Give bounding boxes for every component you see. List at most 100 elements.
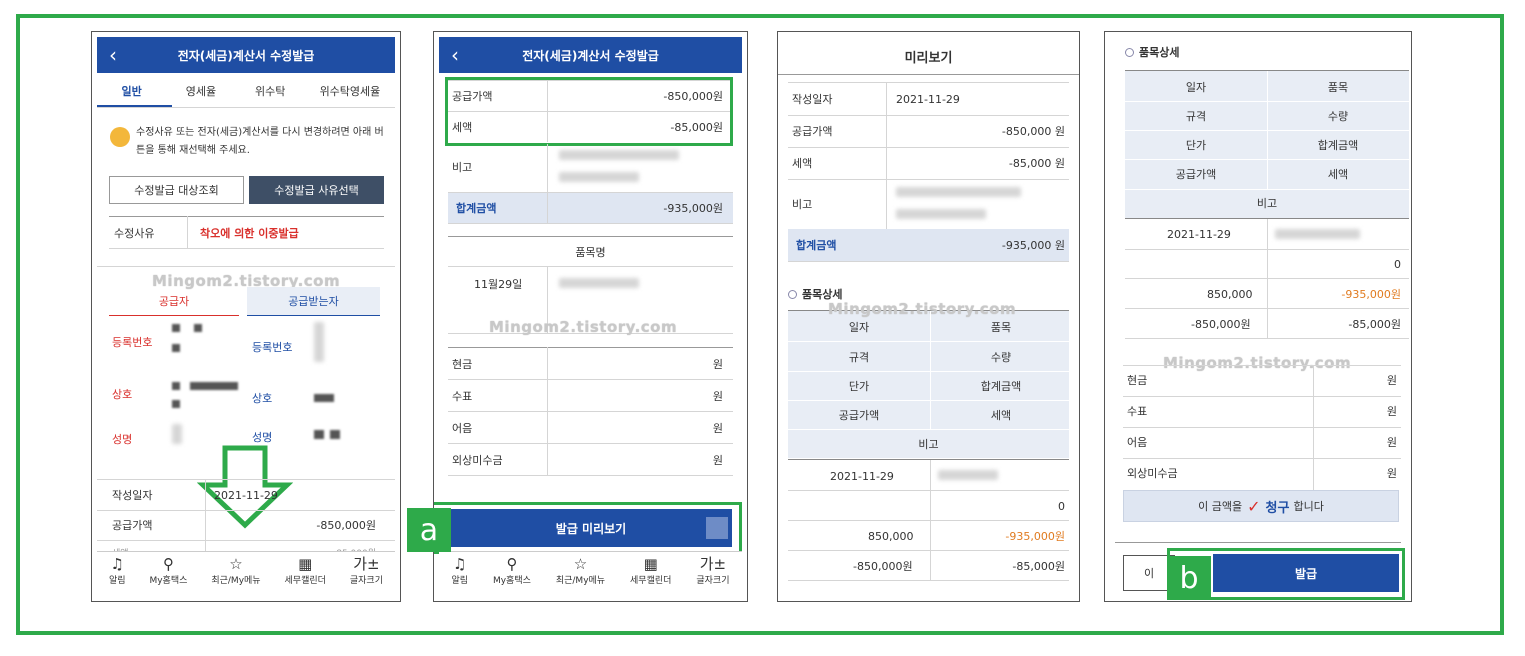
supply-label: 공급가액 <box>792 125 833 138</box>
scroll-top-icon[interactable] <box>706 517 728 539</box>
back-chevron-icon[interactable]: ‹ <box>451 43 459 67</box>
issue-preview-button[interactable]: 발급 미리보기 <box>450 509 732 547</box>
nav-my-hometax[interactable]: ⚲ My홈택스 <box>149 552 187 587</box>
item-row-date: 2021-11-29 <box>830 469 894 483</box>
amount-highlight-box <box>445 77 733 146</box>
grid-tax: 세액 <box>1327 168 1349 181</box>
memo-label: 비고 <box>792 198 813 211</box>
item-row-tax: -85,000원 <box>1348 318 1401 331</box>
cash-unit: 원 <box>712 358 723 371</box>
grid-unit-price: 단가 <box>1185 139 1207 152</box>
bottom-nav: ♫ 알림 ⚲ My홈택스 ☆ 최근/My메뉴 ▦ 세무캘린더 가± 글자크기 <box>97 551 395 596</box>
item-date: 11월29일 <box>474 278 523 291</box>
header-title: 전자(세금)계산서 수정발급 <box>177 48 315 63</box>
supply-label: 공급가액 <box>112 519 153 532</box>
supplier-reg-label: 등록번호 <box>112 336 153 349</box>
grid-item: 품목 <box>1327 81 1349 94</box>
item-row-supply: -850,000원 <box>1191 318 1251 331</box>
supplier-name-label: 성명 <box>112 433 133 446</box>
marker-a: a <box>407 508 451 552</box>
receiver-company-label: 상호 <box>252 392 273 405</box>
tab-zero-rate[interactable]: 영세율 <box>166 83 235 99</box>
supply-value: -850,000원 <box>316 519 376 532</box>
item-row-supply: -850,000원 <box>853 560 913 573</box>
tab-consign[interactable]: 위수탁 <box>236 83 305 99</box>
issue-button[interactable]: 발급 <box>1213 554 1399 592</box>
receiver-name-label: 성명 <box>252 431 273 444</box>
cash-unit: 원 <box>1386 374 1397 387</box>
item-row-qty: 0 <box>1058 499 1065 513</box>
font-size-icon: 가± <box>699 555 727 573</box>
panel2-header: ‹ 전자(세금)계산서 수정발급 <box>439 37 742 73</box>
check-label: 수표 <box>452 390 473 403</box>
item-detail-heading: 품목상세 <box>1125 42 1179 62</box>
cash-label: 현금 <box>452 358 473 371</box>
marker-b: b <box>1167 556 1211 600</box>
check-unit: 원 <box>1386 405 1397 418</box>
bottom-nav: ♫ 알림 ⚲ My홈택스 ☆ 최근/My메뉴 ▦ 세무캘린더 가± 글자크기 <box>439 551 742 596</box>
nav-tax-calendar[interactable]: ▦ 세무캘린더 <box>285 552 326 587</box>
font-size-icon: 가± <box>353 555 380 573</box>
supply-value: -850,000 원 <box>1001 125 1065 138</box>
credit-unit: 원 <box>1386 467 1397 480</box>
grid-date: 일자 <box>1185 81 1207 94</box>
item-row-date: 2021-11-29 <box>1167 227 1231 241</box>
nav-font-size[interactable]: 가± 글자크기 <box>696 552 729 587</box>
header-title: 전자(세금)계산서 수정발급 <box>522 48 659 63</box>
date-value: 2021-11-29 <box>896 92 960 106</box>
item-row-qty: 0 <box>1394 257 1401 271</box>
reason-value: 착오에 의한 이중발급 <box>200 227 299 240</box>
total-value: -935,000원 <box>663 202 723 215</box>
nav-recent-menu[interactable]: ☆ 최근/My메뉴 <box>211 552 260 587</box>
tax-label: 세액 <box>792 157 813 170</box>
grid-spec: 규격 <box>848 351 870 364</box>
back-chevron-icon[interactable]: ‹ <box>109 43 117 67</box>
grid-supply: 공급가액 <box>838 409 880 422</box>
bullet-icon <box>788 289 797 299</box>
watermark: Mingom2.tistory.com <box>489 318 678 336</box>
grid-spec: 규격 <box>1185 110 1207 123</box>
grid-memo: 비고 <box>918 438 939 451</box>
grid-supply: 공급가액 <box>1175 168 1217 181</box>
watermark: Mingom2.tistory.com <box>1163 354 1352 372</box>
item-row-tax: -85,000원 <box>1012 560 1065 573</box>
bullet-icon <box>1125 47 1134 57</box>
nav-tax-calendar[interactable]: ▦ 세무캘린더 <box>630 552 671 587</box>
tab-consign-zero[interactable]: 위수탁영세율 <box>305 83 395 99</box>
grid-item: 품목 <box>990 321 1012 334</box>
tax-value: -85,000 원 <box>1008 157 1065 170</box>
claim-statement: 이 금액을 ✓ 청구 합니다 <box>1123 490 1399 522</box>
total-label: 합계금액 <box>796 239 837 252</box>
claim-pre-text: 이 금액을 <box>1198 500 1243 513</box>
nav-font-size[interactable]: 가± 글자크기 <box>350 552 383 587</box>
bell-icon: ♫ <box>453 555 467 573</box>
calendar-icon: ▦ <box>298 555 313 573</box>
calendar-icon: ▦ <box>643 555 658 573</box>
panel-issue: 품목상세 일자 품목 규격 수량 단가 합계금액 공급가액 세액 비고 2021… <box>1104 31 1412 602</box>
date-label: 작성일자 <box>792 93 833 106</box>
item-row-amount: -935,000원 <box>1341 288 1401 301</box>
select-reason-button[interactable]: 수정발급 사유선택 <box>249 176 384 204</box>
receiver-label: 공급받는자 <box>288 295 339 308</box>
date-value: 2021-11-29 <box>214 488 278 502</box>
nav-alarm[interactable]: ♫ 알림 <box>109 552 126 587</box>
tab-general[interactable]: 일반 <box>97 83 166 99</box>
panel1-header: ‹ 전자(세금)계산서 수정발급 <box>97 37 395 73</box>
note-label: 어음 <box>1127 436 1148 449</box>
supplier-company-label: 상호 <box>112 388 133 401</box>
nav-alarm[interactable]: ♫ 알림 <box>451 552 468 587</box>
star-icon: ☆ <box>229 555 243 573</box>
grid-unit-price: 단가 <box>848 380 870 393</box>
credit-label: 외상미수금 <box>1127 467 1178 480</box>
nav-recent-menu[interactable]: ☆ 최근/My메뉴 <box>556 552 605 587</box>
nav-my-hometax[interactable]: ⚲ My홈택스 <box>493 552 531 587</box>
grid-date: 일자 <box>848 321 870 334</box>
checkmark-icon: ✓ <box>1247 496 1261 516</box>
notice-text: 수정사유 또는 전자(세금)계산서를 다시 변경하려면 아래 버튼을 통해 재선… <box>136 127 384 156</box>
preview-title: 미리보기 <box>904 50 953 66</box>
note-unit: 원 <box>1386 436 1397 449</box>
note-unit: 원 <box>712 422 723 435</box>
grid-qty: 수량 <box>990 351 1012 364</box>
notice-icon <box>110 127 130 147</box>
lookup-target-button[interactable]: 수정발급 대상조회 <box>109 176 244 204</box>
